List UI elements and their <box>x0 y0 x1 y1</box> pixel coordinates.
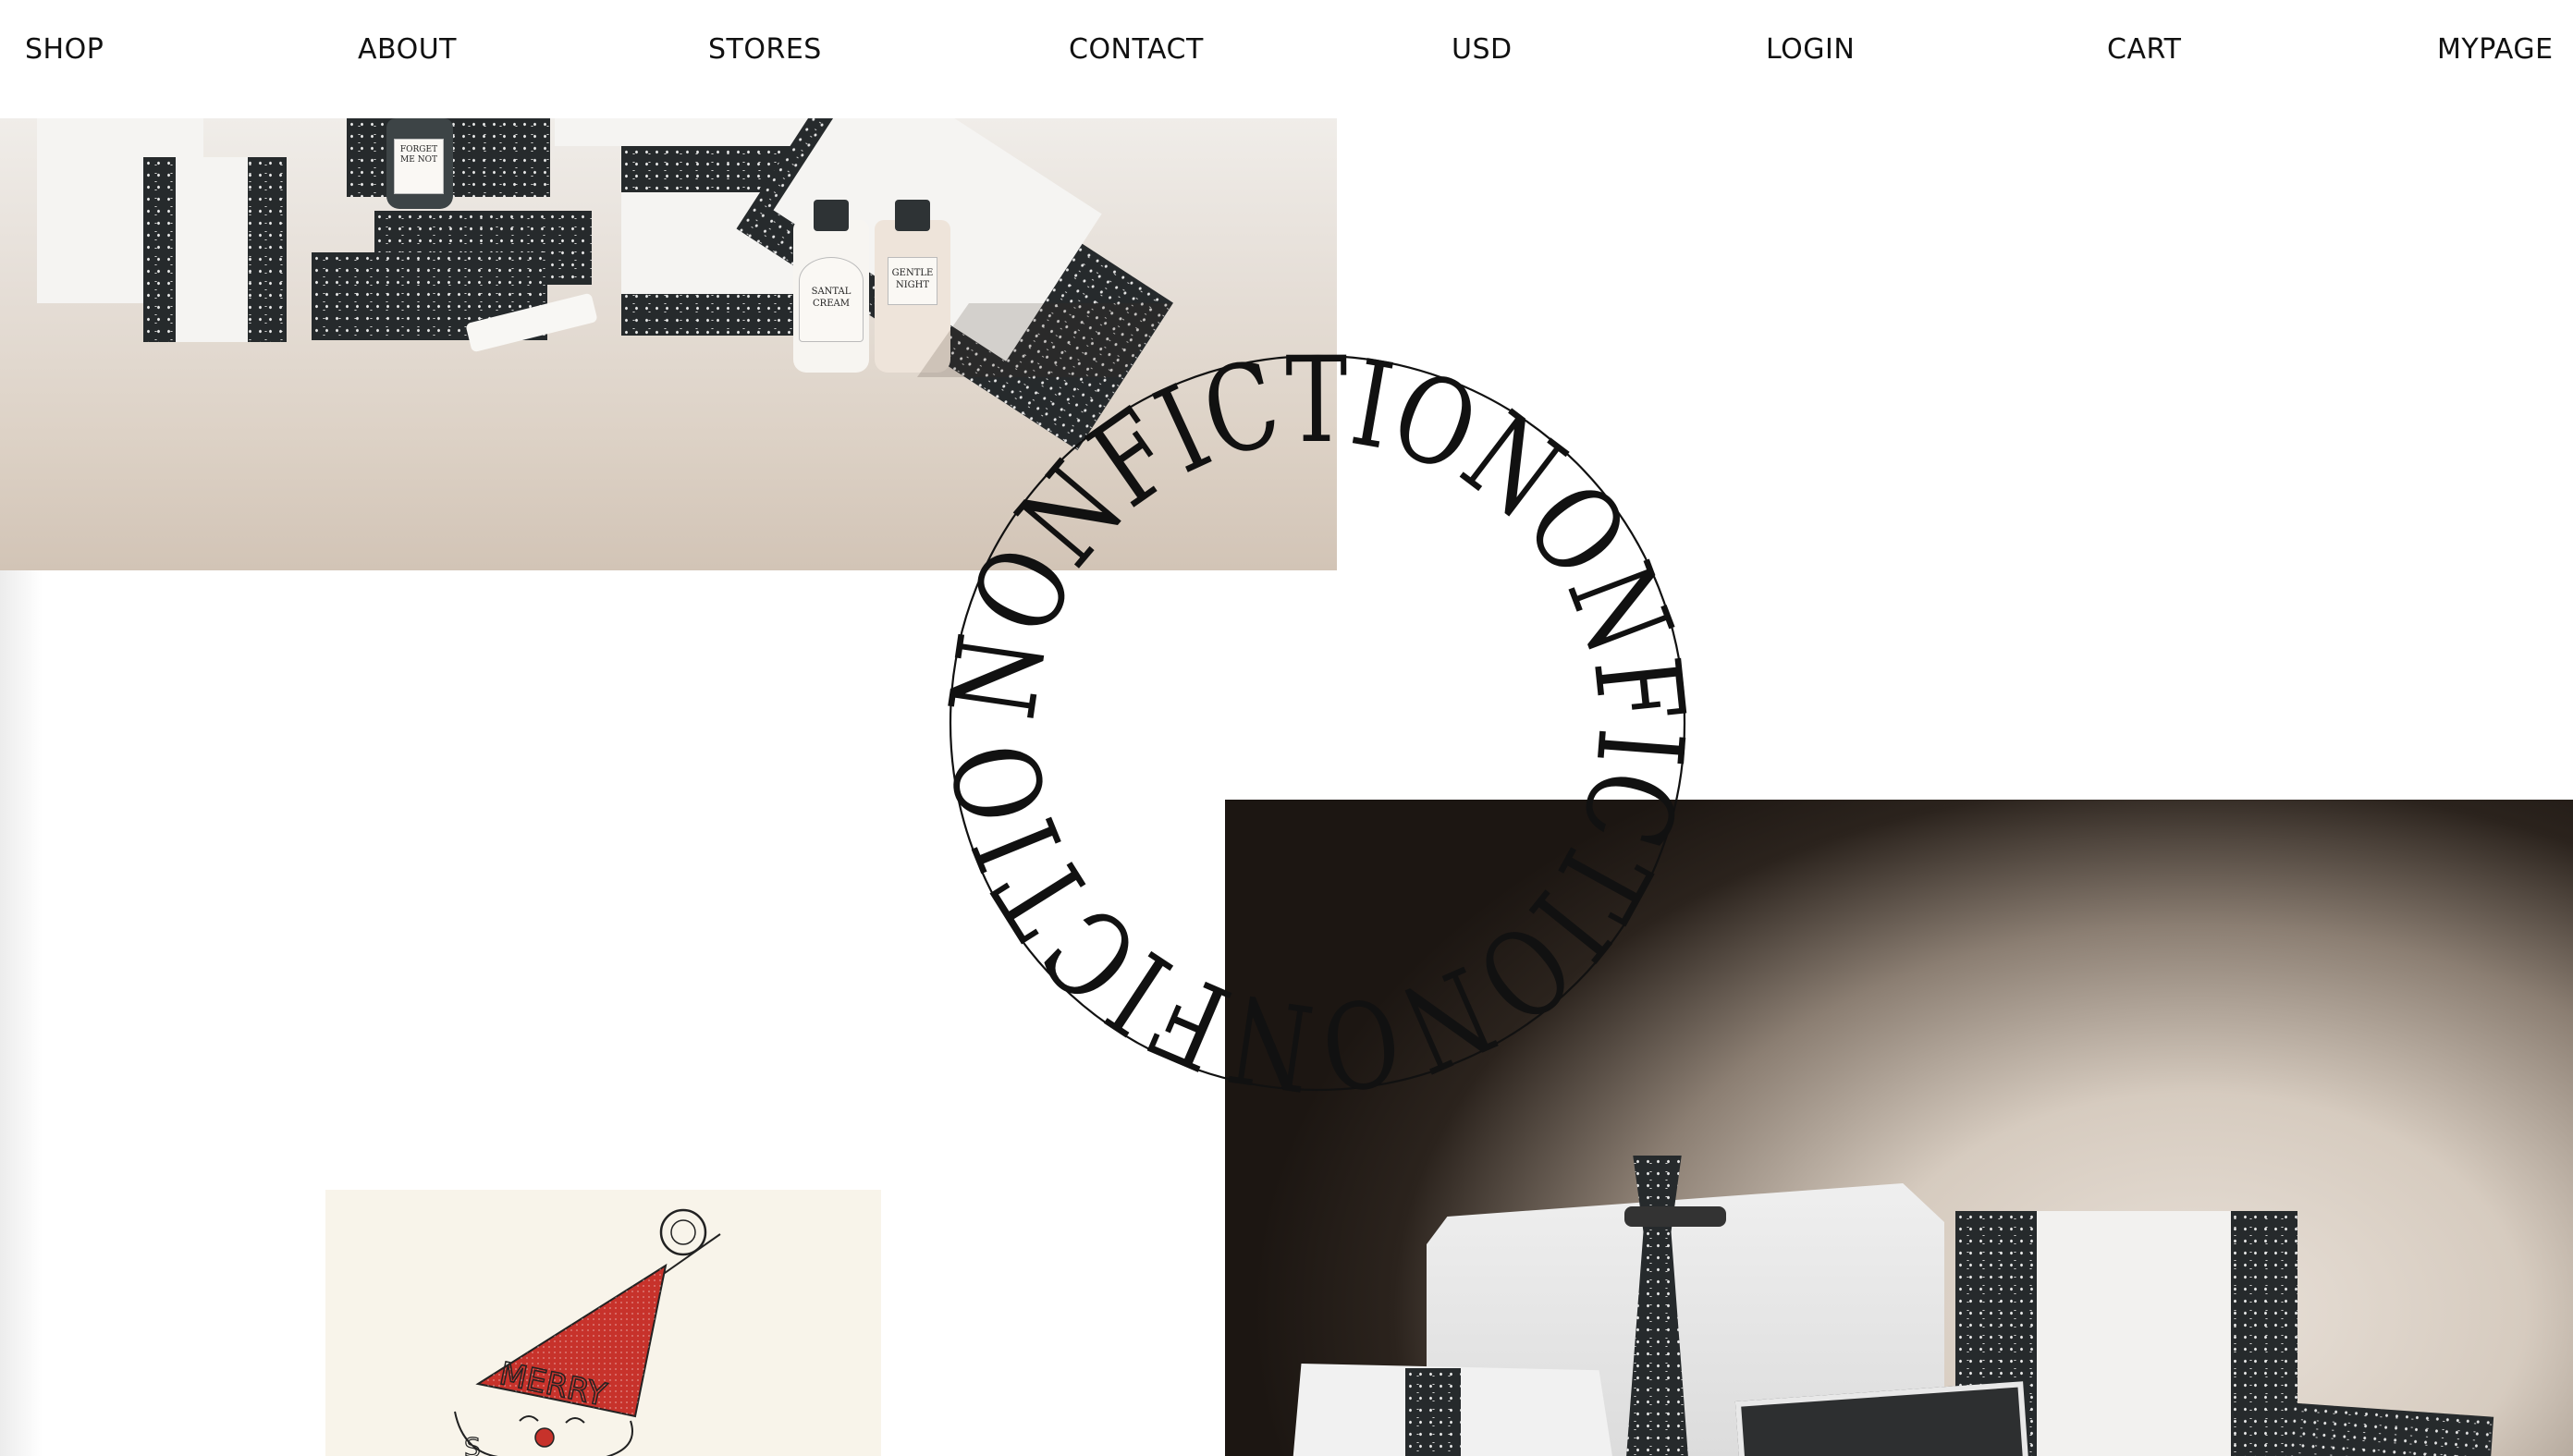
nav-shop-link[interactable]: SHOP <box>25 33 104 66</box>
bottle-label-line: NIGHT <box>895 280 930 290</box>
bottle-label-line: FORGET <box>399 145 438 154</box>
ribbon <box>1405 1368 1461 1456</box>
bag-handle <box>1624 1206 1726 1227</box>
nav-contact-link[interactable]: CONTACT <box>1069 33 1204 66</box>
bottle-label-line: ME NOT <box>400 155 437 165</box>
bottom-gift-photo[interactable] <box>1225 800 2573 1456</box>
currency-selector[interactable]: USD <box>1452 33 1513 66</box>
nav-stores-link[interactable]: STORES <box>708 33 822 66</box>
bottle: SANTAL CREAM <box>793 200 869 373</box>
bottle-label-line: GENTLE <box>891 268 934 278</box>
ribbon <box>1623 1156 1692 1456</box>
svg-text:S: S <box>464 1432 481 1456</box>
nav-mypage-link[interactable]: MYPAGE <box>2437 33 2554 66</box>
bottle-label-line: SANTAL <box>811 287 852 297</box>
nav-cart-link[interactable]: CART <box>2107 33 2181 66</box>
bottle-label-line: CREAM <box>813 299 850 309</box>
white-band <box>176 157 248 342</box>
clown-illustration: MERRY S <box>454 1208 721 1456</box>
nav-about-link[interactable]: ABOUT <box>358 33 457 66</box>
christmas-card-illustration[interactable]: MERRY S <box>325 1190 881 1456</box>
white-band <box>2037 1211 2231 1456</box>
top-product-photo[interactable]: FORGET ME NOT SANTAL CREAM GENTLE NIGHT <box>0 118 1337 570</box>
nav-login-link[interactable]: LOGIN <box>1766 33 1855 66</box>
bottle: FORGET ME NOT <box>386 118 453 209</box>
top-navigation: SHOP ABOUT STORES CONTACT USD LOGIN CART… <box>0 0 2573 118</box>
speckled-box <box>2285 1402 2494 1456</box>
